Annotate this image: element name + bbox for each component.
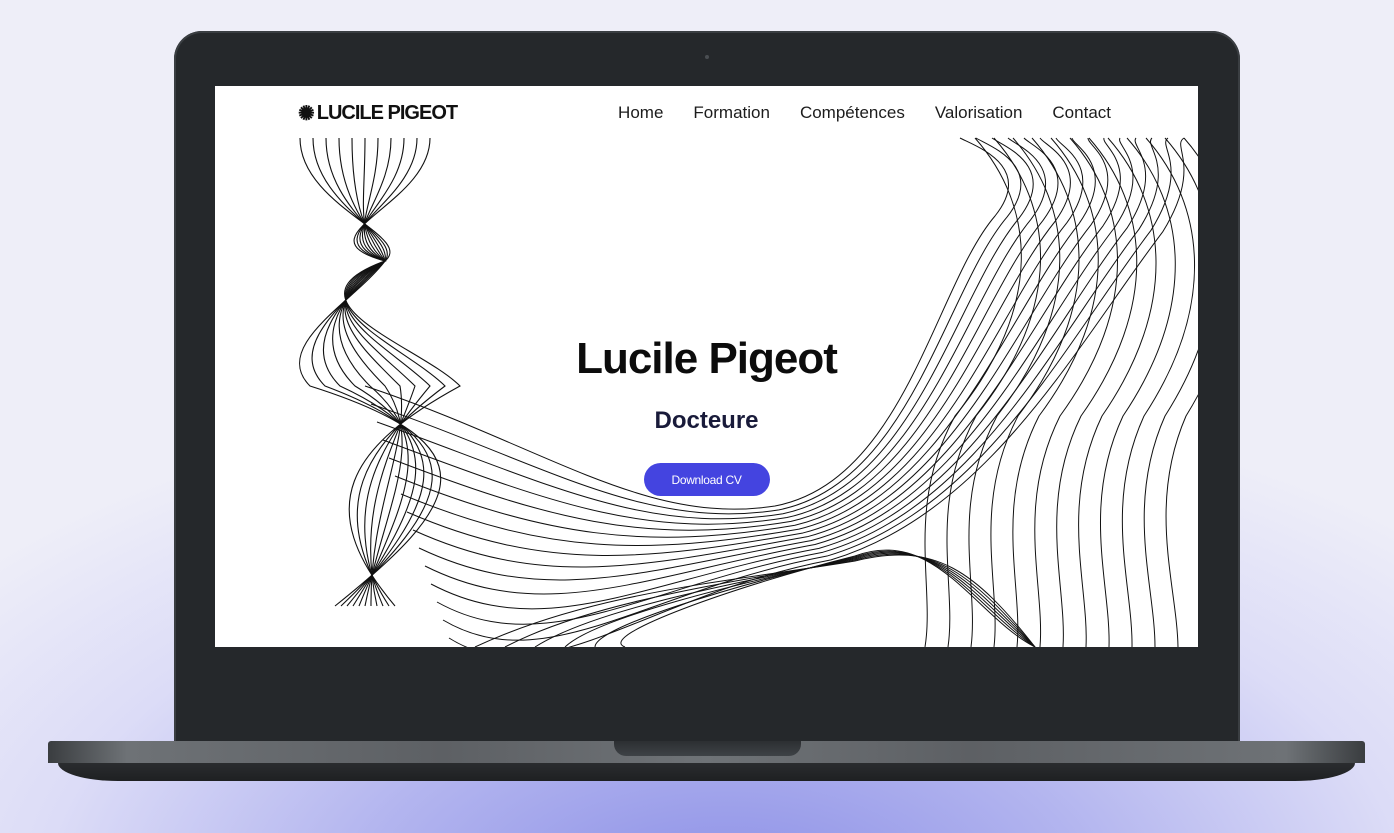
nav-links: Home Formation Compétences Valorisation … xyxy=(618,103,1111,123)
hero-name: Lucile Pigeot xyxy=(576,334,838,383)
hero-title: Docteure xyxy=(654,407,759,434)
camera-dot xyxy=(705,55,709,59)
site-logo[interactable]: ✺ LUCILE PIGEOT xyxy=(298,102,458,125)
asterisk-burst-icon: ✺ xyxy=(298,102,315,125)
hero-section: Lucile Pigeot Docteure Download CV xyxy=(215,332,1198,496)
wave-line xyxy=(594,550,1036,647)
nav-item-formation[interactable]: Formation xyxy=(693,103,770,123)
wave-line xyxy=(504,553,1036,647)
nav-item-competences[interactable]: Compétences xyxy=(800,103,905,123)
nav-item-valorisation[interactable]: Valorisation xyxy=(935,103,1023,123)
logo-text: LUCILE PIGEOT xyxy=(316,102,458,124)
laptop-opening-notch xyxy=(614,741,801,756)
browser-screen: ✺ LUCILE PIGEOT Home Formation Compétenc… xyxy=(215,86,1198,647)
nav-item-home[interactable]: Home xyxy=(618,103,663,123)
screen-bottom-bezel xyxy=(215,647,1198,743)
top-navigation: ✺ LUCILE PIGEOT Home Formation Compétenc… xyxy=(215,86,1198,142)
download-cv-button[interactable]: Download CV xyxy=(643,463,770,496)
nav-item-contact[interactable]: Contact xyxy=(1052,103,1111,123)
laptop-base-edge xyxy=(58,763,1355,781)
